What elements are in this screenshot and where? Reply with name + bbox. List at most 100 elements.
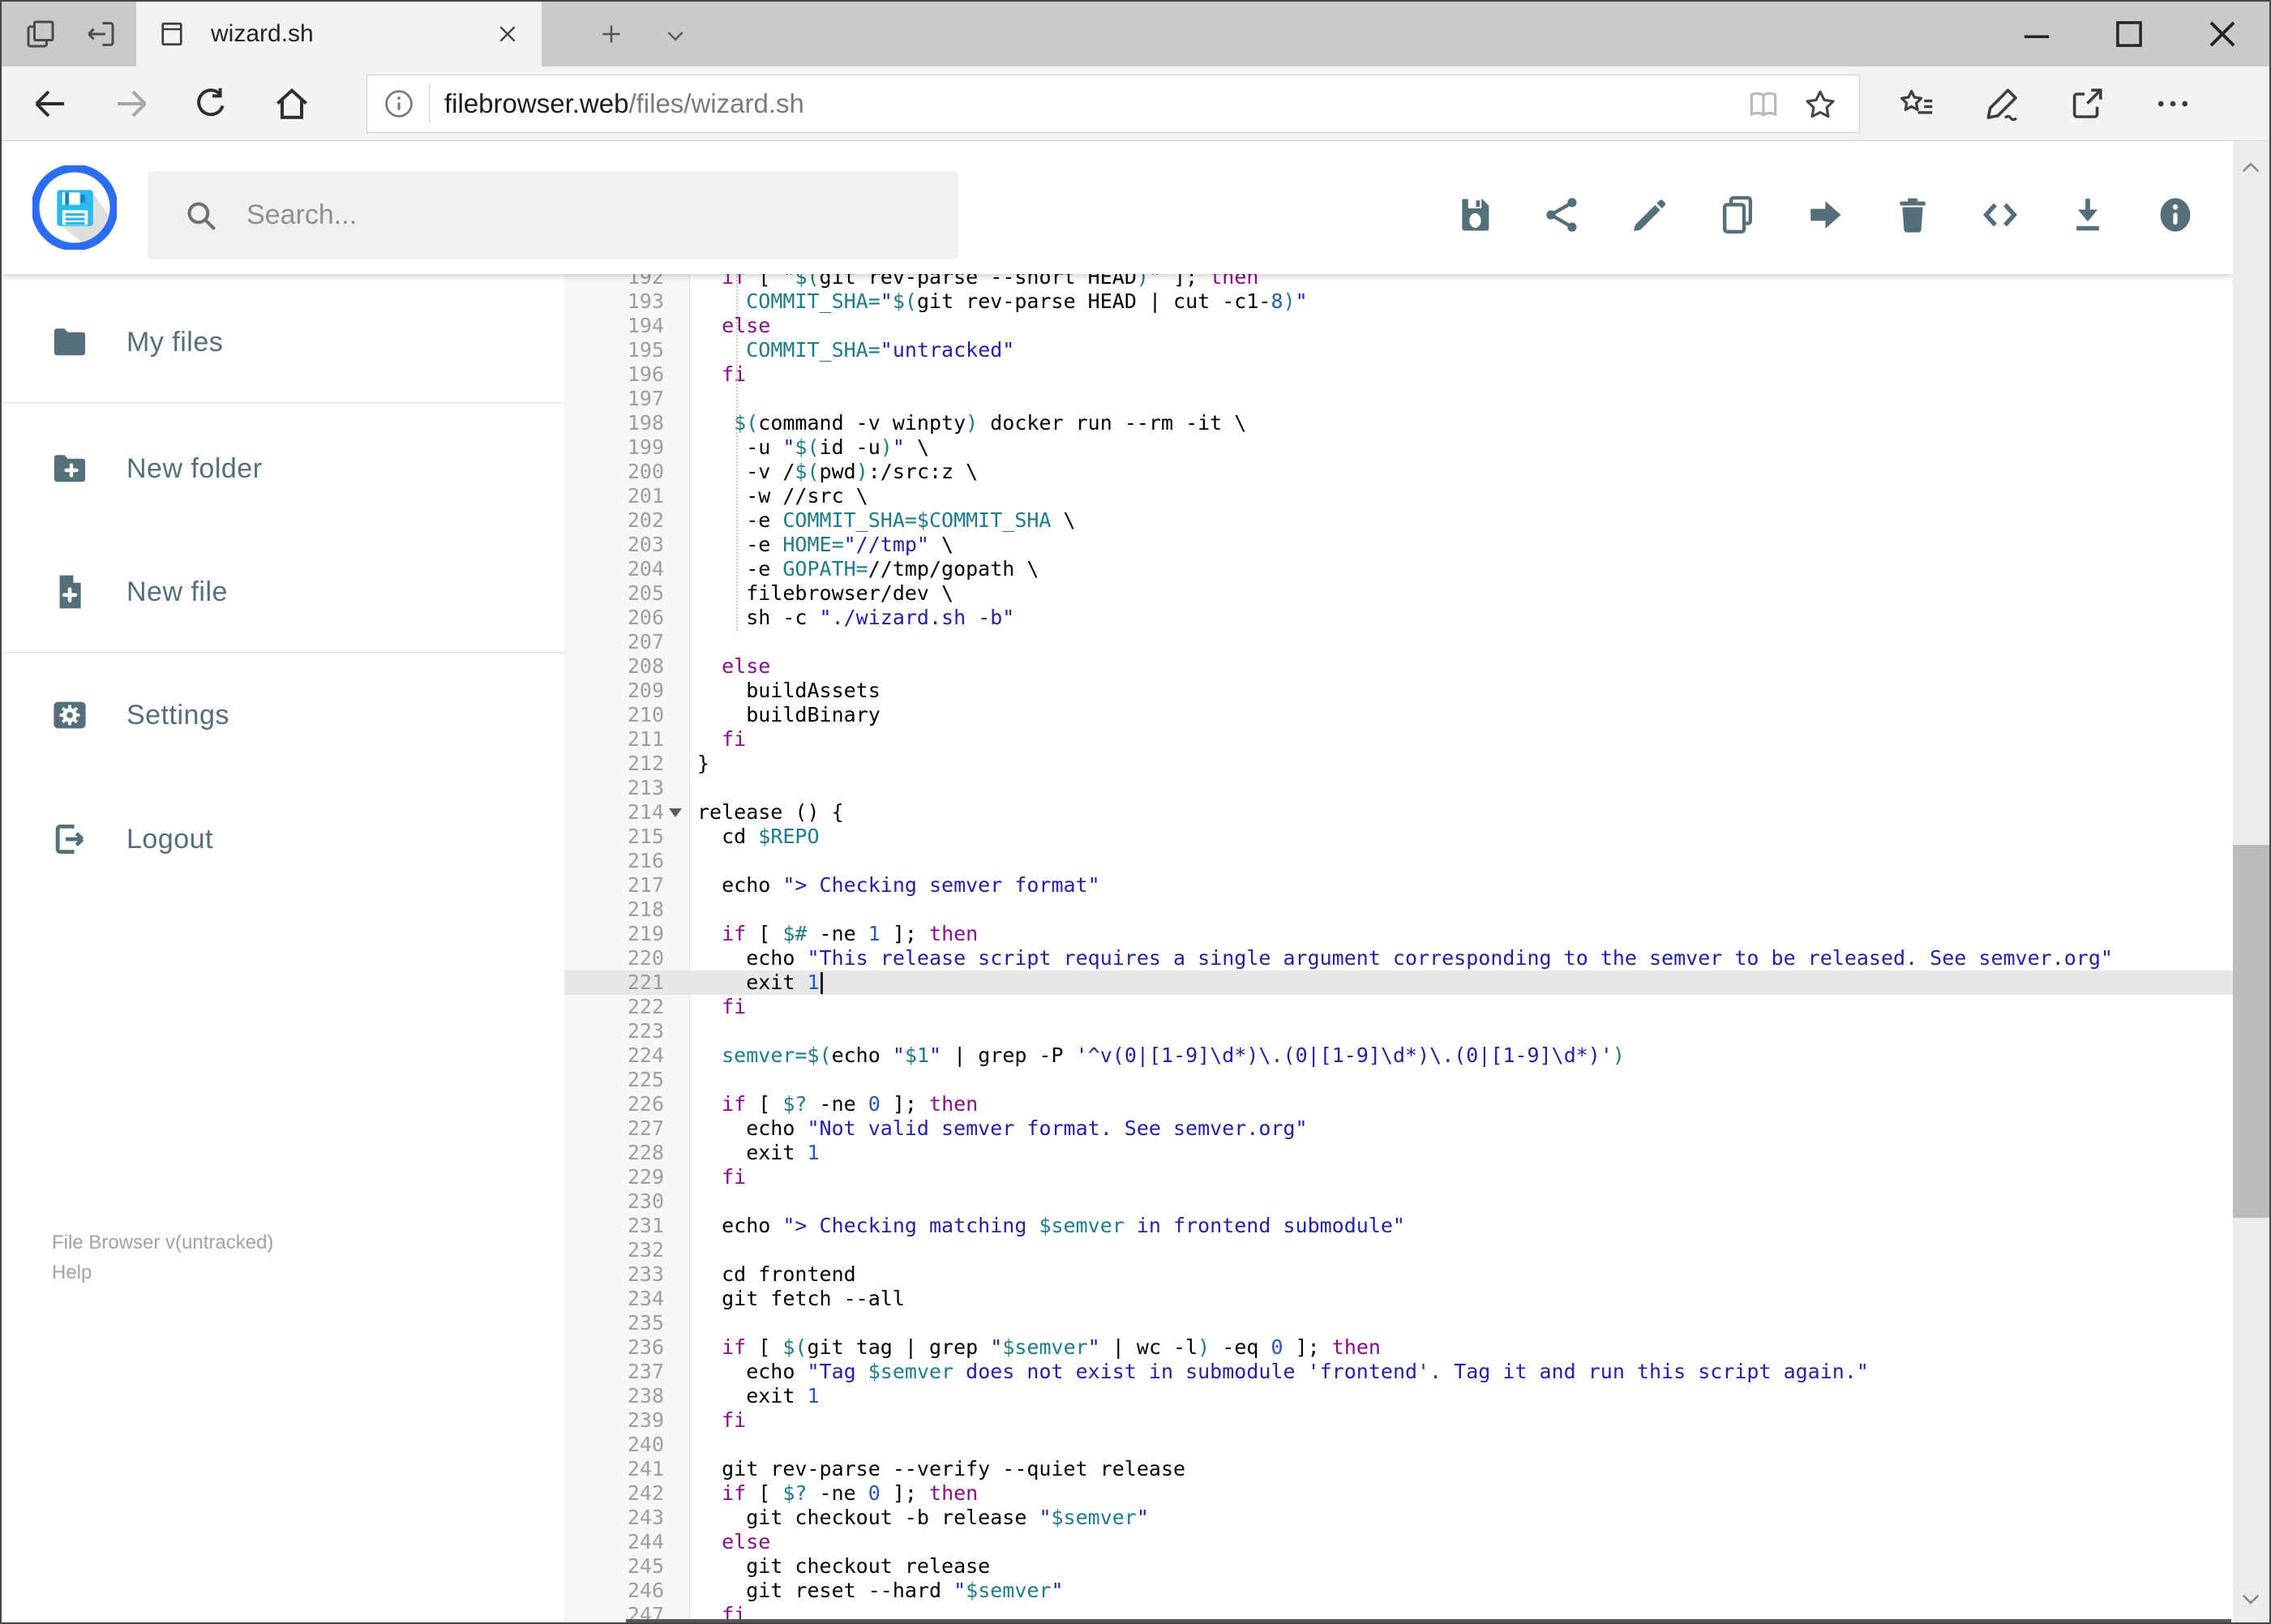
- favorite-star-icon[interactable]: [1802, 87, 1838, 122]
- code-line[interactable]: 231 echo "> Checking matching $semver in…: [564, 1214, 2233, 1238]
- code-line[interactable]: 193 COMMIT_SHA="$(git rev-parse HEAD | c…: [564, 289, 2233, 314]
- annotate-pen-icon[interactable]: [1983, 84, 2022, 123]
- code-line[interactable]: 213: [564, 776, 2233, 800]
- code-line[interactable]: 222 fi: [564, 995, 2233, 1019]
- code-line[interactable]: 220 echo "This release script requires a…: [564, 946, 2233, 971]
- home-icon[interactable]: [272, 84, 311, 123]
- code-line[interactable]: 210 buildBinary: [564, 703, 2233, 727]
- code-line[interactable]: 241 git rev-parse --verify --quiet relea…: [564, 1457, 2233, 1481]
- more-options-icon[interactable]: [2153, 84, 2192, 123]
- move-button[interactable]: [1793, 182, 1858, 247]
- browser-tab[interactable]: wizard.sh: [136, 2, 542, 66]
- code-line[interactable]: 200 -v /$(pwd):/src:z \: [564, 460, 2233, 484]
- forward-icon[interactable]: [112, 84, 151, 123]
- code-line[interactable]: 230: [564, 1189, 2233, 1214]
- code-line[interactable]: 196 fi: [564, 362, 2233, 387]
- sidebar-item-new-file[interactable]: New file: [2, 543, 564, 641]
- code-line[interactable]: 239 fi: [564, 1408, 2233, 1433]
- code-line[interactable]: 215 cd $REPO: [564, 825, 2233, 849]
- scroll-up-icon[interactable]: [2237, 154, 2265, 182]
- code-line[interactable]: 225: [564, 1068, 2233, 1092]
- refresh-icon[interactable]: [191, 84, 230, 123]
- hub-favorites-icon[interactable]: [1897, 84, 1936, 123]
- code-line[interactable]: 203 -e HOME="//tmp" \: [564, 533, 2233, 557]
- code-line[interactable]: 224 semver=$(echo "$1" | grep -P '^v(0|[…: [564, 1043, 2233, 1068]
- tab-preview-icon[interactable]: [24, 18, 57, 50]
- code-line[interactable]: 216: [564, 849, 2233, 873]
- scroll-down-icon[interactable]: [2237, 1585, 2265, 1613]
- code-line[interactable]: 211 fi: [564, 727, 2233, 752]
- code-line[interactable]: 221 exit 1: [564, 971, 2233, 995]
- code-line[interactable]: 209 buildAssets: [564, 679, 2233, 703]
- code-line[interactable]: 204 -e GOPATH=//tmp/gopath \: [564, 557, 2233, 581]
- address-bar[interactable]: filebrowser.web/files/wizard.sh: [366, 75, 1860, 133]
- code-line[interactable]: 212}: [564, 752, 2233, 776]
- save-button[interactable]: [1442, 182, 1507, 247]
- horizontal-scrollbar[interactable]: [626, 1619, 2231, 1622]
- code-line[interactable]: 197: [564, 387, 2233, 411]
- code-line[interactable]: 217 echo "> Checking semver format": [564, 873, 2233, 898]
- sidebar-item-logout[interactable]: Logout: [2, 791, 564, 888]
- copy-button[interactable]: [1705, 182, 1770, 247]
- filebrowser-logo[interactable]: [31, 164, 118, 251]
- close-window-button[interactable]: [2201, 13, 2243, 55]
- code-line[interactable]: 194 else: [564, 314, 2233, 338]
- code-line[interactable]: 208 else: [564, 654, 2233, 679]
- code-line[interactable]: 219 if [ $# -ne 1 ]; then: [564, 922, 2233, 946]
- code-line[interactable]: 237 echo "Tag $semver does not exist in …: [564, 1360, 2233, 1384]
- back-icon[interactable]: [31, 84, 70, 123]
- code-line[interactable]: 218: [564, 898, 2233, 922]
- code-line[interactable]: 202 -e COMMIT_SHA=$COMMIT_SHA \: [564, 508, 2233, 533]
- code-line[interactable]: 240: [564, 1433, 2233, 1457]
- code-line[interactable]: 242 if [ $? -ne 0 ]; then: [564, 1481, 2233, 1506]
- code-editor[interactable]: 192 if [ "$(git rev-parse --short HEAD)"…: [564, 274, 2233, 1622]
- switch-view-button[interactable]: [1968, 182, 2033, 247]
- code-line[interactable]: 223: [564, 1019, 2233, 1043]
- code-line[interactable]: 199 -u "$(id -u)" \: [564, 435, 2233, 460]
- search-input[interactable]: [246, 199, 958, 231]
- code-line[interactable]: 192 if [ "$(git rev-parse --short HEAD)"…: [564, 274, 2233, 289]
- new-tab-icon[interactable]: [598, 20, 625, 48]
- sidebar-item-settings[interactable]: Settings: [2, 666, 564, 764]
- code-line[interactable]: 233 cd frontend: [564, 1262, 2233, 1287]
- code-line[interactable]: 238 exit 1: [564, 1384, 2233, 1408]
- search-box[interactable]: [148, 171, 958, 259]
- code-line[interactable]: 207: [564, 630, 2233, 654]
- code-line[interactable]: 236 if [ $(git tag | grep "$semver" | wc…: [564, 1335, 2233, 1360]
- download-button[interactable]: [2055, 182, 2120, 247]
- scrollbar-thumb[interactable]: [2233, 845, 2269, 1218]
- maximize-button[interactable]: [2108, 13, 2150, 55]
- close-tab-icon[interactable]: [495, 21, 521, 47]
- share-page-icon[interactable]: [2067, 84, 2106, 123]
- set-tabs-aside-icon[interactable]: [84, 18, 117, 50]
- code-line[interactable]: 227 echo "Not valid semver format. See s…: [564, 1116, 2233, 1141]
- sidebar-item-new-folder[interactable]: New folder: [2, 420, 564, 517]
- code-line[interactable]: 245 git checkout release: [564, 1554, 2233, 1579]
- minimize-button[interactable]: [2016, 13, 2058, 55]
- code-line[interactable]: 235: [564, 1311, 2233, 1335]
- code-line[interactable]: 195 COMMIT_SHA="untracked": [564, 338, 2233, 362]
- code-line[interactable]: 226 if [ $? -ne 0 ]; then: [564, 1092, 2233, 1116]
- code-line[interactable]: 229 fi: [564, 1165, 2233, 1189]
- info-button[interactable]: [2143, 182, 2208, 247]
- code-line[interactable]: 198 $(command -v winpty) docker run --rm…: [564, 411, 2233, 435]
- reading-view-icon[interactable]: [1746, 87, 1781, 122]
- delete-button[interactable]: [1880, 182, 1945, 247]
- site-info-icon[interactable]: [382, 87, 416, 121]
- code-line[interactable]: 205 filebrowser/dev \: [564, 581, 2233, 606]
- code-line[interactable]: 214 release () {: [564, 800, 2233, 825]
- help-link[interactable]: Help: [52, 1258, 273, 1288]
- fold-arrow-icon[interactable]: [669, 808, 682, 817]
- code-line[interactable]: 243 git checkout -b release "$semver": [564, 1506, 2233, 1530]
- code-line[interactable]: 201 -w //src \: [564, 484, 2233, 508]
- chevron-down-icon[interactable]: [662, 23, 688, 49]
- sidebar-item-my-files[interactable]: My files: [2, 294, 564, 391]
- share-button[interactable]: [1530, 182, 1595, 247]
- rename-button[interactable]: [1618, 182, 1682, 247]
- code-line[interactable]: 232: [564, 1238, 2233, 1262]
- code-line[interactable]: 206 sh -c "./wizard.sh -b": [564, 606, 2233, 630]
- code-line[interactable]: 244 else: [564, 1530, 2233, 1554]
- code-line[interactable]: 246 git reset --hard "$semver": [564, 1579, 2233, 1603]
- code-line[interactable]: 228 exit 1: [564, 1141, 2233, 1165]
- code-line[interactable]: 234 git fetch --all: [564, 1287, 2233, 1311]
